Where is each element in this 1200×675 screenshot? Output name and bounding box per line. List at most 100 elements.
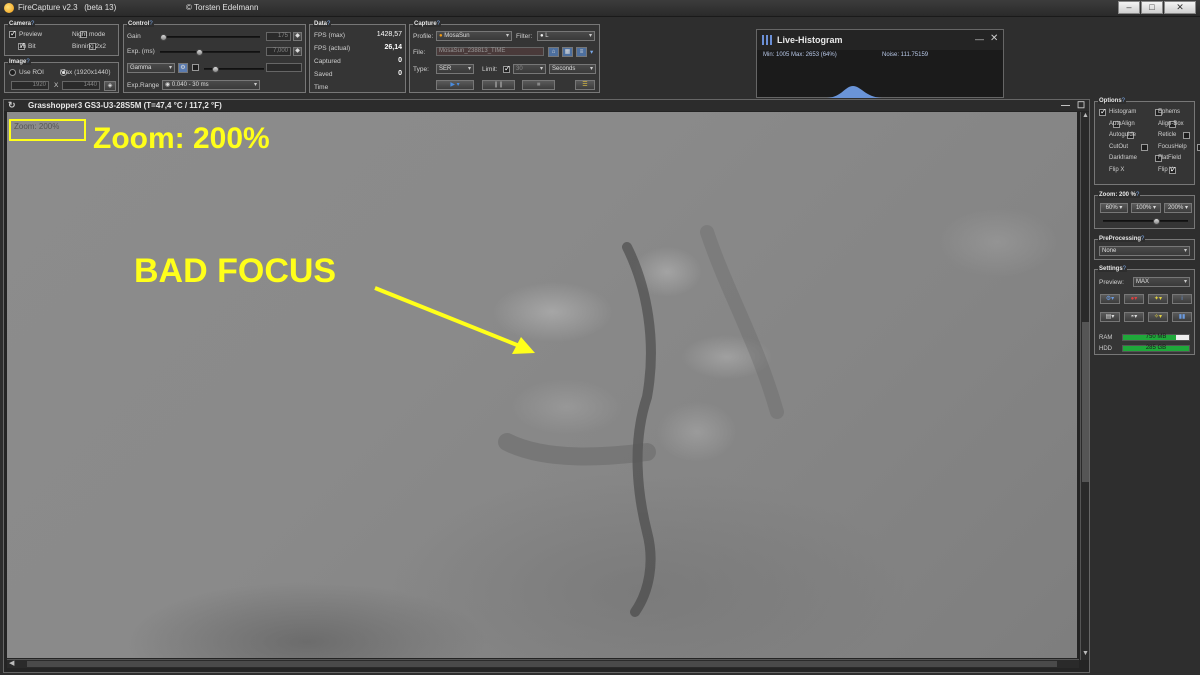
gain-slider[interactable] bbox=[160, 34, 260, 41]
exposure-value-field[interactable]: 7,000 bbox=[266, 47, 291, 56]
title-bar: FireCapture v2.3 (beta 13) © Torsten Ede… bbox=[0, 0, 1200, 17]
limit-checkbox[interactable] bbox=[503, 64, 511, 73]
help-icon[interactable]: ? bbox=[1123, 266, 1126, 272]
type-select[interactable]: SER ▾ bbox=[436, 64, 474, 74]
pause-capture-button[interactable]: ❚❚ bbox=[482, 80, 515, 90]
zoom-60-button[interactable]: 60% ▾ bbox=[1100, 203, 1128, 213]
exposure-auto-button[interactable]: ◆ bbox=[293, 47, 302, 56]
chevron-down-icon: ▾ bbox=[467, 66, 471, 72]
chevron-down-icon: ▾ bbox=[588, 33, 592, 39]
gamma-select[interactable]: Gamma ▾ bbox=[127, 63, 175, 73]
start-capture-button[interactable]: ▶ ▾ bbox=[436, 80, 474, 90]
filter-select[interactable]: ● L ▾ bbox=[537, 31, 595, 41]
more-arrow-icon[interactable]: ▾ bbox=[590, 48, 593, 56]
profile-value: MosaSun bbox=[444, 33, 470, 39]
zoom-100-button[interactable]: 100% ▾ bbox=[1131, 203, 1161, 213]
preprocessing-select[interactable]: None ▾ bbox=[1099, 246, 1190, 256]
stats-settings-button[interactable]: ▮▮ bbox=[1172, 312, 1192, 322]
roi-width-field[interactable]: 1920 bbox=[11, 81, 49, 90]
gain-auto-button[interactable]: ◆ bbox=[293, 32, 302, 41]
horizontal-scroll-thumb[interactable] bbox=[27, 661, 1057, 667]
data-panel: Data? FPS (max) 1428,57 FPS (actual) 26,… bbox=[309, 21, 406, 93]
exp-range-select[interactable]: ◉ 0.040 - 30 ms ▾ bbox=[162, 80, 260, 90]
maximize-button[interactable]: □ bbox=[1141, 1, 1163, 14]
histogram-close-button[interactable]: ✕ bbox=[990, 33, 998, 44]
preview-mode-select[interactable]: MAX ▾ bbox=[1133, 277, 1190, 287]
preprocessing-value: None bbox=[1102, 248, 1117, 254]
limit-value-select[interactable]: 30 ▾ bbox=[513, 64, 546, 74]
help-icon[interactable]: ? bbox=[437, 21, 440, 27]
vertical-scroll-thumb[interactable] bbox=[1082, 322, 1089, 482]
vertical-scrollbar[interactable]: ▲ ▼ bbox=[1080, 112, 1089, 660]
option-label-autoguide: Autoguide bbox=[1109, 132, 1137, 138]
zoom-slider-knob[interactable] bbox=[1153, 218, 1160, 225]
help-icon[interactable]: ? bbox=[327, 21, 330, 27]
use-roi-radio[interactable] bbox=[9, 69, 16, 76]
gamma-slider-knob[interactable] bbox=[212, 66, 219, 73]
help-icon[interactable]: ? bbox=[1141, 236, 1144, 242]
time-label: Time bbox=[314, 84, 329, 91]
gamma-checkbox[interactable] bbox=[192, 64, 199, 71]
histogram-minimize-button[interactable]: — bbox=[975, 34, 984, 44]
info-settings-button[interactable]: i bbox=[1172, 294, 1192, 304]
limit-unit-select[interactable]: Seconds ▾ bbox=[549, 64, 596, 74]
viewer-maximize-button[interactable]: ☐ bbox=[1077, 100, 1085, 111]
viewer-minimize-button[interactable]: — bbox=[1061, 100, 1070, 111]
script-settings-button[interactable]: ▤▾ bbox=[1100, 312, 1120, 322]
camera-settings-button[interactable]: ⚙▾ bbox=[1100, 294, 1120, 304]
exposure-slider[interactable] bbox=[160, 49, 260, 56]
help-icon[interactable]: ? bbox=[1136, 192, 1139, 198]
option-label-histogram: Histogram bbox=[1109, 109, 1137, 115]
list-folder-button[interactable]: ≡ bbox=[576, 47, 587, 57]
speed-settings-button[interactable]: ◓▾ bbox=[1124, 312, 1144, 322]
zoom-200-button[interactable]: 200% ▾ bbox=[1164, 203, 1192, 213]
grid-folder-button[interactable]: ▦ bbox=[562, 47, 573, 57]
scroll-left-icon[interactable]: ◀ bbox=[9, 659, 14, 667]
help-icon[interactable]: ? bbox=[149, 21, 152, 27]
gain-slider-knob[interactable] bbox=[160, 34, 167, 41]
stop-capture-button[interactable]: ■ bbox=[522, 80, 555, 90]
option-checkbox-reticle[interactable] bbox=[1183, 132, 1190, 139]
gear-icon: ⚙▾ bbox=[1105, 296, 1115, 302]
minimize-button[interactable]: – bbox=[1118, 1, 1140, 14]
roi-height-field[interactable]: 1440 bbox=[62, 81, 100, 90]
ram-label: RAM bbox=[1099, 335, 1113, 341]
gain-label: Gain bbox=[127, 33, 141, 40]
image-panel-title: Image bbox=[9, 59, 27, 65]
gain-value-field[interactable]: 175 bbox=[266, 32, 291, 41]
profile-select[interactable]: ● MosaSun ▾ bbox=[436, 31, 512, 41]
gamma-select-value: Gamma bbox=[130, 65, 152, 71]
close-button[interactable]: ✕ bbox=[1164, 1, 1196, 14]
exposure-slider-knob[interactable] bbox=[196, 49, 203, 56]
star-settings-button[interactable]: ✦▾ bbox=[1148, 294, 1168, 304]
histogram-icon bbox=[762, 35, 772, 45]
file-name-field[interactable]: MosaSun_238813_TIME bbox=[436, 47, 544, 56]
scroll-up-icon[interactable]: ▲ bbox=[1082, 112, 1089, 119]
home-folder-button[interactable]: ⌂ bbox=[548, 47, 559, 57]
live-camera-image[interactable]: Zoom: 200% Zoom: 200% BAD FOCUS bbox=[7, 112, 1077, 658]
preview-checkbox[interactable] bbox=[9, 29, 17, 38]
capture-menu-button[interactable]: ☰ bbox=[575, 80, 595, 90]
option-checkbox-cutout[interactable] bbox=[1141, 143, 1148, 151]
option-checkbox-histogram[interactable] bbox=[1099, 107, 1107, 116]
bad-focus-annotation: BAD FOCUS bbox=[134, 252, 337, 290]
gamma-value-field[interactable] bbox=[266, 63, 302, 72]
focus-settings-button[interactable]: ✧▾ bbox=[1148, 312, 1168, 322]
chevron-down-icon: ▾ bbox=[1183, 248, 1187, 254]
gamma-settings-button[interactable]: ⚙ bbox=[178, 63, 188, 73]
record-settings-button[interactable]: ●▾ bbox=[1124, 294, 1144, 304]
gamma-slider[interactable] bbox=[204, 66, 264, 73]
bit16-label: 16 Bit bbox=[19, 43, 36, 50]
zoom-slider[interactable] bbox=[1103, 218, 1188, 225]
help-icon[interactable]: ? bbox=[1122, 98, 1125, 104]
horizontal-scrollbar[interactable]: ◀ bbox=[7, 659, 1079, 668]
refresh-icon[interactable]: ↻ bbox=[8, 100, 16, 111]
info-icon: i bbox=[1181, 296, 1183, 302]
option-label-cutout: CutOut bbox=[1109, 143, 1129, 150]
help-icon[interactable]: ? bbox=[26, 59, 29, 65]
preview-mode-value: MAX bbox=[1136, 279, 1150, 285]
help-icon[interactable]: ? bbox=[31, 21, 34, 27]
image-panel: Image? Use ROI Max (1920x1440) 1920 X 14… bbox=[4, 59, 119, 93]
roi-apply-button[interactable]: ◈ bbox=[104, 81, 116, 91]
scroll-down-icon[interactable]: ▼ bbox=[1082, 650, 1089, 657]
